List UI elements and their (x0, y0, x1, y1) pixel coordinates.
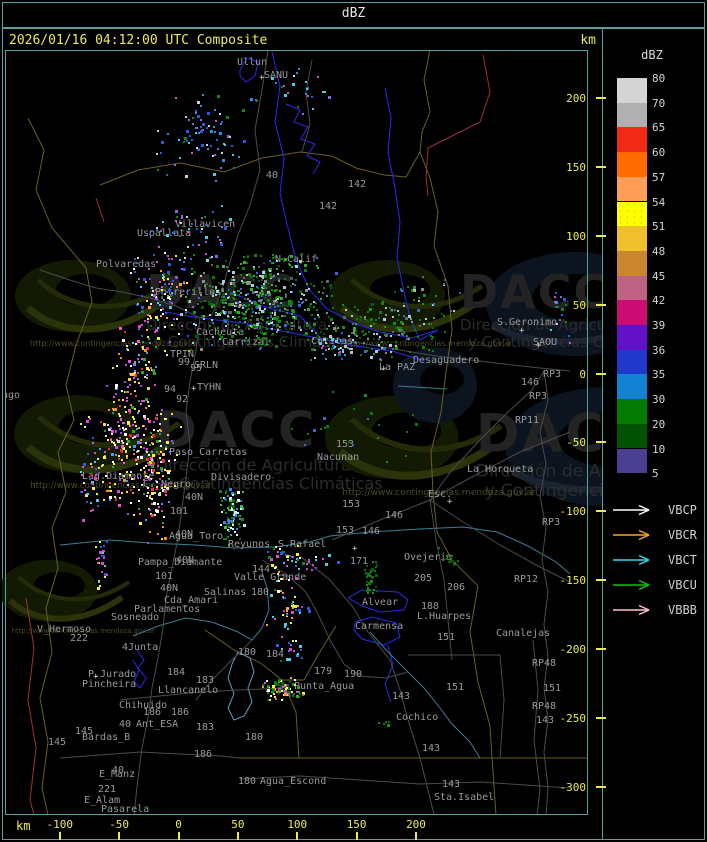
scale-swatch (617, 250, 647, 276)
scale-swatch (617, 226, 647, 251)
scale-swatch (617, 325, 647, 350)
echo-cluster (364, 561, 378, 594)
map-canvas[interactable]: UllunSANUVillavicenUspallataPolvaredasN.… (5, 50, 588, 815)
echo-cluster (149, 205, 232, 258)
vector-arrow-icon (613, 579, 650, 591)
echo-cluster (127, 409, 182, 544)
scale-swatch (617, 349, 647, 375)
vector-legend-label: VBBB (668, 603, 697, 617)
scale-label: 51 (652, 220, 666, 234)
vector-legend-label: VBCP (668, 503, 697, 517)
vector-legend-label: VBCT (668, 553, 697, 567)
scale-swatch (617, 374, 647, 400)
scale-swatch (617, 78, 647, 103)
echo-cluster (91, 327, 158, 515)
vector-legend-label: VBCU (668, 578, 697, 592)
scale-label: 36 (652, 343, 666, 357)
scale-label: 57 (652, 170, 666, 184)
scale-swatch (617, 176, 647, 202)
page-title: dBZ (341, 6, 366, 21)
echo-cluster (180, 253, 338, 351)
vector-arrow-icon (613, 504, 650, 516)
radar-app-window: dBZ 2026/01/16 04:12:00 UTC Composite km… (0, 0, 707, 842)
scale-label: 80 (652, 72, 666, 85)
echo-cluster (250, 68, 331, 115)
scale-label: 60 (652, 146, 666, 160)
scale-label: 54 (652, 195, 666, 209)
scale-label: 70 (652, 96, 666, 110)
scale-swatch (617, 399, 647, 424)
scale-label: 48 (652, 244, 666, 258)
echo-cluster (156, 94, 257, 182)
scale-swatch (617, 423, 647, 449)
echo-cluster (291, 391, 418, 463)
scale-label: 42 (652, 294, 666, 308)
vector-arrow-icon (613, 554, 650, 566)
scale-label: 45 (652, 269, 666, 283)
echo-cluster (310, 302, 435, 361)
echo-cluster (80, 416, 100, 522)
scale-swatch (617, 102, 647, 128)
radar-echoes (80, 68, 571, 727)
echo-cluster (378, 721, 390, 727)
scale-label: 30 (652, 393, 666, 407)
scale-swatch (617, 300, 647, 325)
echo-cluster (280, 644, 303, 662)
scale-label: 10 (652, 442, 666, 456)
scale-swatch (617, 127, 647, 153)
scale-label: 65 (652, 121, 666, 135)
vector-legend-label: VBCR (668, 528, 697, 542)
scale-label: 5 (652, 467, 659, 481)
vector-arrow-icon (613, 604, 650, 616)
echo-cluster (438, 547, 459, 566)
scale-swatch (617, 201, 647, 227)
echo-cluster (126, 246, 194, 356)
scale-label: 35 (652, 368, 666, 382)
color-scale-title: dBZ (641, 48, 663, 62)
scale-label: 39 (652, 319, 666, 332)
echo-cluster (95, 541, 108, 590)
echo-cluster (262, 677, 310, 701)
echo-cluster (550, 292, 571, 344)
echo-cluster (219, 488, 246, 546)
scale-swatch (617, 275, 647, 301)
scale-swatch (617, 152, 647, 177)
vector-arrow-icon (613, 529, 650, 541)
scale-swatch (617, 448, 647, 474)
scale-label: 20 (652, 417, 666, 431)
